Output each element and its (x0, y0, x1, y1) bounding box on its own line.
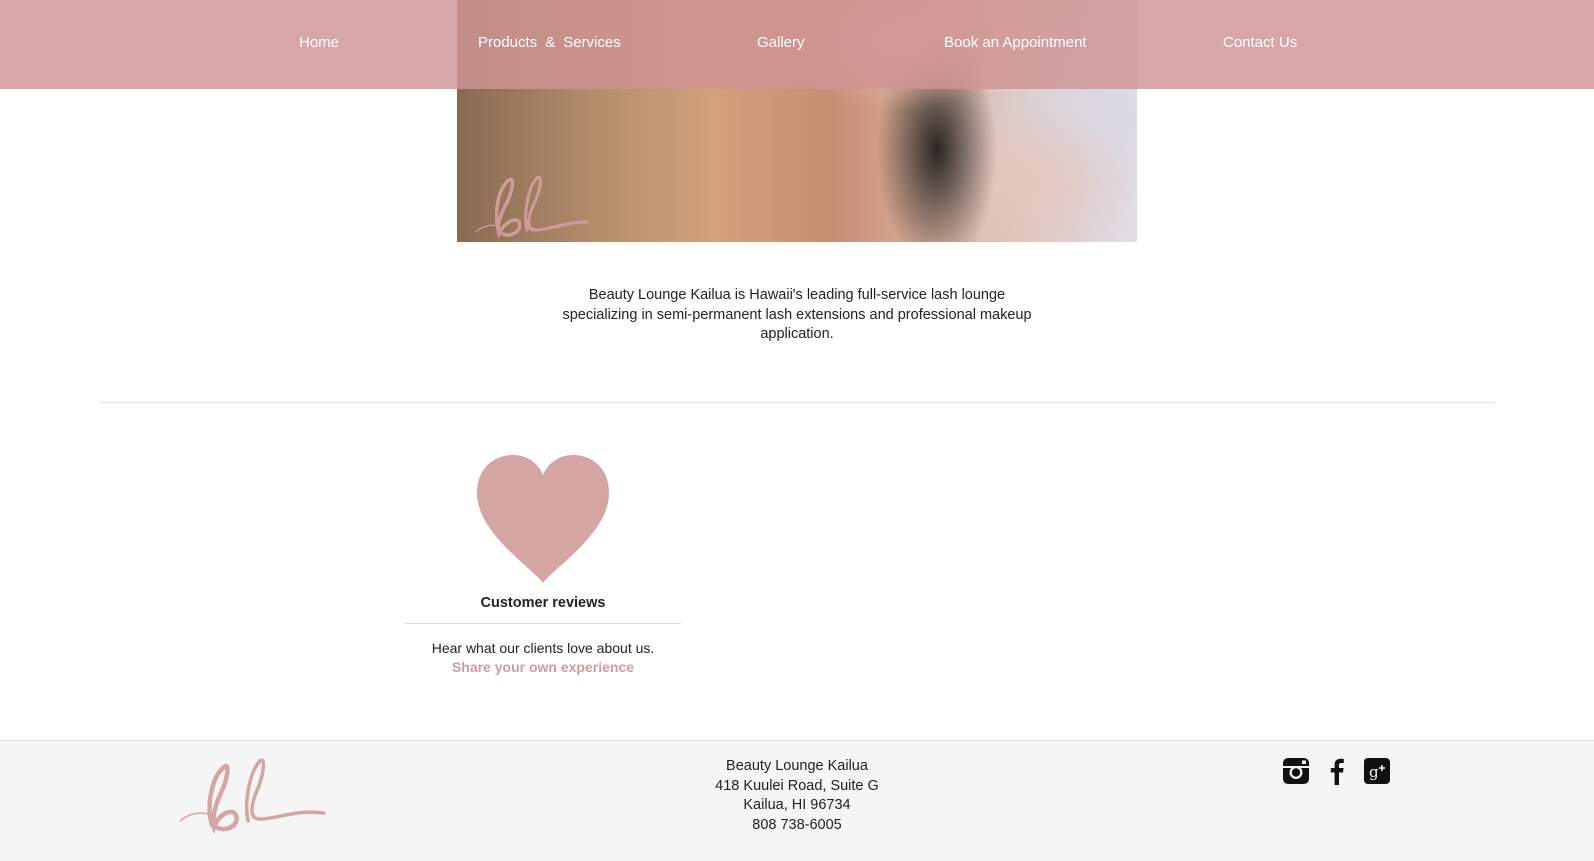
facebook-icon[interactable] (1323, 757, 1351, 785)
nav-products-label: Products (478, 34, 538, 51)
page: Home Products & Services Gallery Book an A… (0, 0, 1594, 861)
heart-icon (477, 455, 609, 583)
nav-home[interactable]: Home (299, 0, 339, 89)
reviews-divider (405, 623, 681, 624)
reviews-title: Customer reviews (480, 595, 606, 611)
nav-services-label: Services (563, 34, 621, 51)
google-plus-icon[interactable]: g (1363, 757, 1391, 785)
footer-address: Beauty Lounge Kailua 418 Kuulei Road, Su… (647, 757, 947, 835)
business-name: Beauty Lounge Kailua (726, 758, 868, 774)
address-line-2: Kailua, HI 96734 (743, 797, 851, 813)
share-experience-link[interactable]: Share your own experience (452, 659, 634, 675)
section-divider (101, 402, 1494, 403)
nav-book-appointment[interactable]: Book an Appointment (944, 0, 1087, 89)
footer: Beauty Lounge Kailua 418 Kuulei Road, Su… (0, 740, 1594, 861)
footer-logo (179, 758, 326, 833)
intro-text: Beauty Lounge Kailua is Hawaii's leading… (562, 287, 1032, 342)
phone-number[interactable]: 808 738-6005 (647, 816, 947, 836)
nav-amp: & (545, 34, 556, 51)
nav-products-services[interactable]: Products & Services (478, 0, 621, 89)
hero-logo (474, 175, 589, 240)
address-line-1: 418 Kuulei Road, Suite G (715, 777, 879, 794)
top-navigation: Home Products & Services Gallery Book an A… (0, 0, 1594, 89)
customer-reviews-section: Customer reviews Hear what our clients l… (405, 455, 681, 677)
nav-contact[interactable]: Contact Us (1223, 0, 1297, 89)
svg-text:g: g (1369, 763, 1379, 781)
nav-gallery[interactable]: Gallery (757, 0, 805, 89)
instagram-icon[interactable] (1282, 757, 1310, 785)
reviews-description: Hear what our clients love about us. (431, 640, 655, 656)
